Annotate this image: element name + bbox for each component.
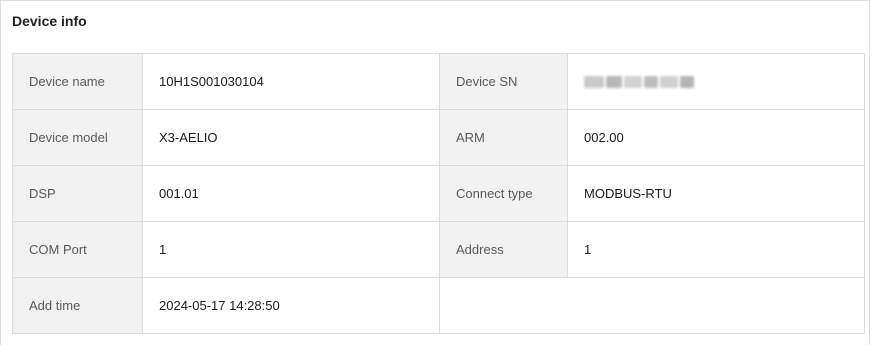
device-name-label: Device name: [12, 53, 143, 110]
connect-type-label: Connect type: [439, 165, 568, 222]
device-info-table: Device name 10H1S001030104 Device SN Dev…: [12, 53, 865, 334]
table-row: DSP 001.01 Connect type MODBUS-RTU: [12, 165, 865, 222]
com-port-value: 1: [142, 221, 440, 278]
arm-value: 002.00: [567, 109, 865, 166]
address-value: 1: [567, 221, 865, 278]
arm-label: ARM: [439, 109, 568, 166]
add-time-value: 2024-05-17 14:28:50: [142, 277, 440, 334]
connect-type-value: MODBUS-RTU: [567, 165, 865, 222]
device-info-panel: Device info Device name 10H1S001030104 D…: [0, 0, 870, 345]
table-row: Device name 10H1S001030104 Device SN: [12, 53, 865, 110]
device-sn-value: [567, 53, 865, 110]
table-row: Device model X3-AELIO ARM 002.00: [12, 109, 865, 166]
com-port-label: COM Port: [12, 221, 143, 278]
panel-title: Device info: [12, 13, 87, 29]
empty-cell: [439, 277, 865, 334]
device-model-label: Device model: [12, 109, 143, 166]
address-label: Address: [439, 221, 568, 278]
table-row: Add time 2024-05-17 14:28:50: [12, 277, 865, 334]
add-time-label: Add time: [12, 277, 143, 334]
device-name-value: 10H1S001030104: [142, 53, 440, 110]
table-row: COM Port 1 Address 1: [12, 221, 865, 278]
device-sn-label: Device SN: [439, 53, 568, 110]
redacted-serial-number: [584, 73, 696, 91]
dsp-label: DSP: [12, 165, 143, 222]
device-model-value: X3-AELIO: [142, 109, 440, 166]
dsp-value: 001.01: [142, 165, 440, 222]
